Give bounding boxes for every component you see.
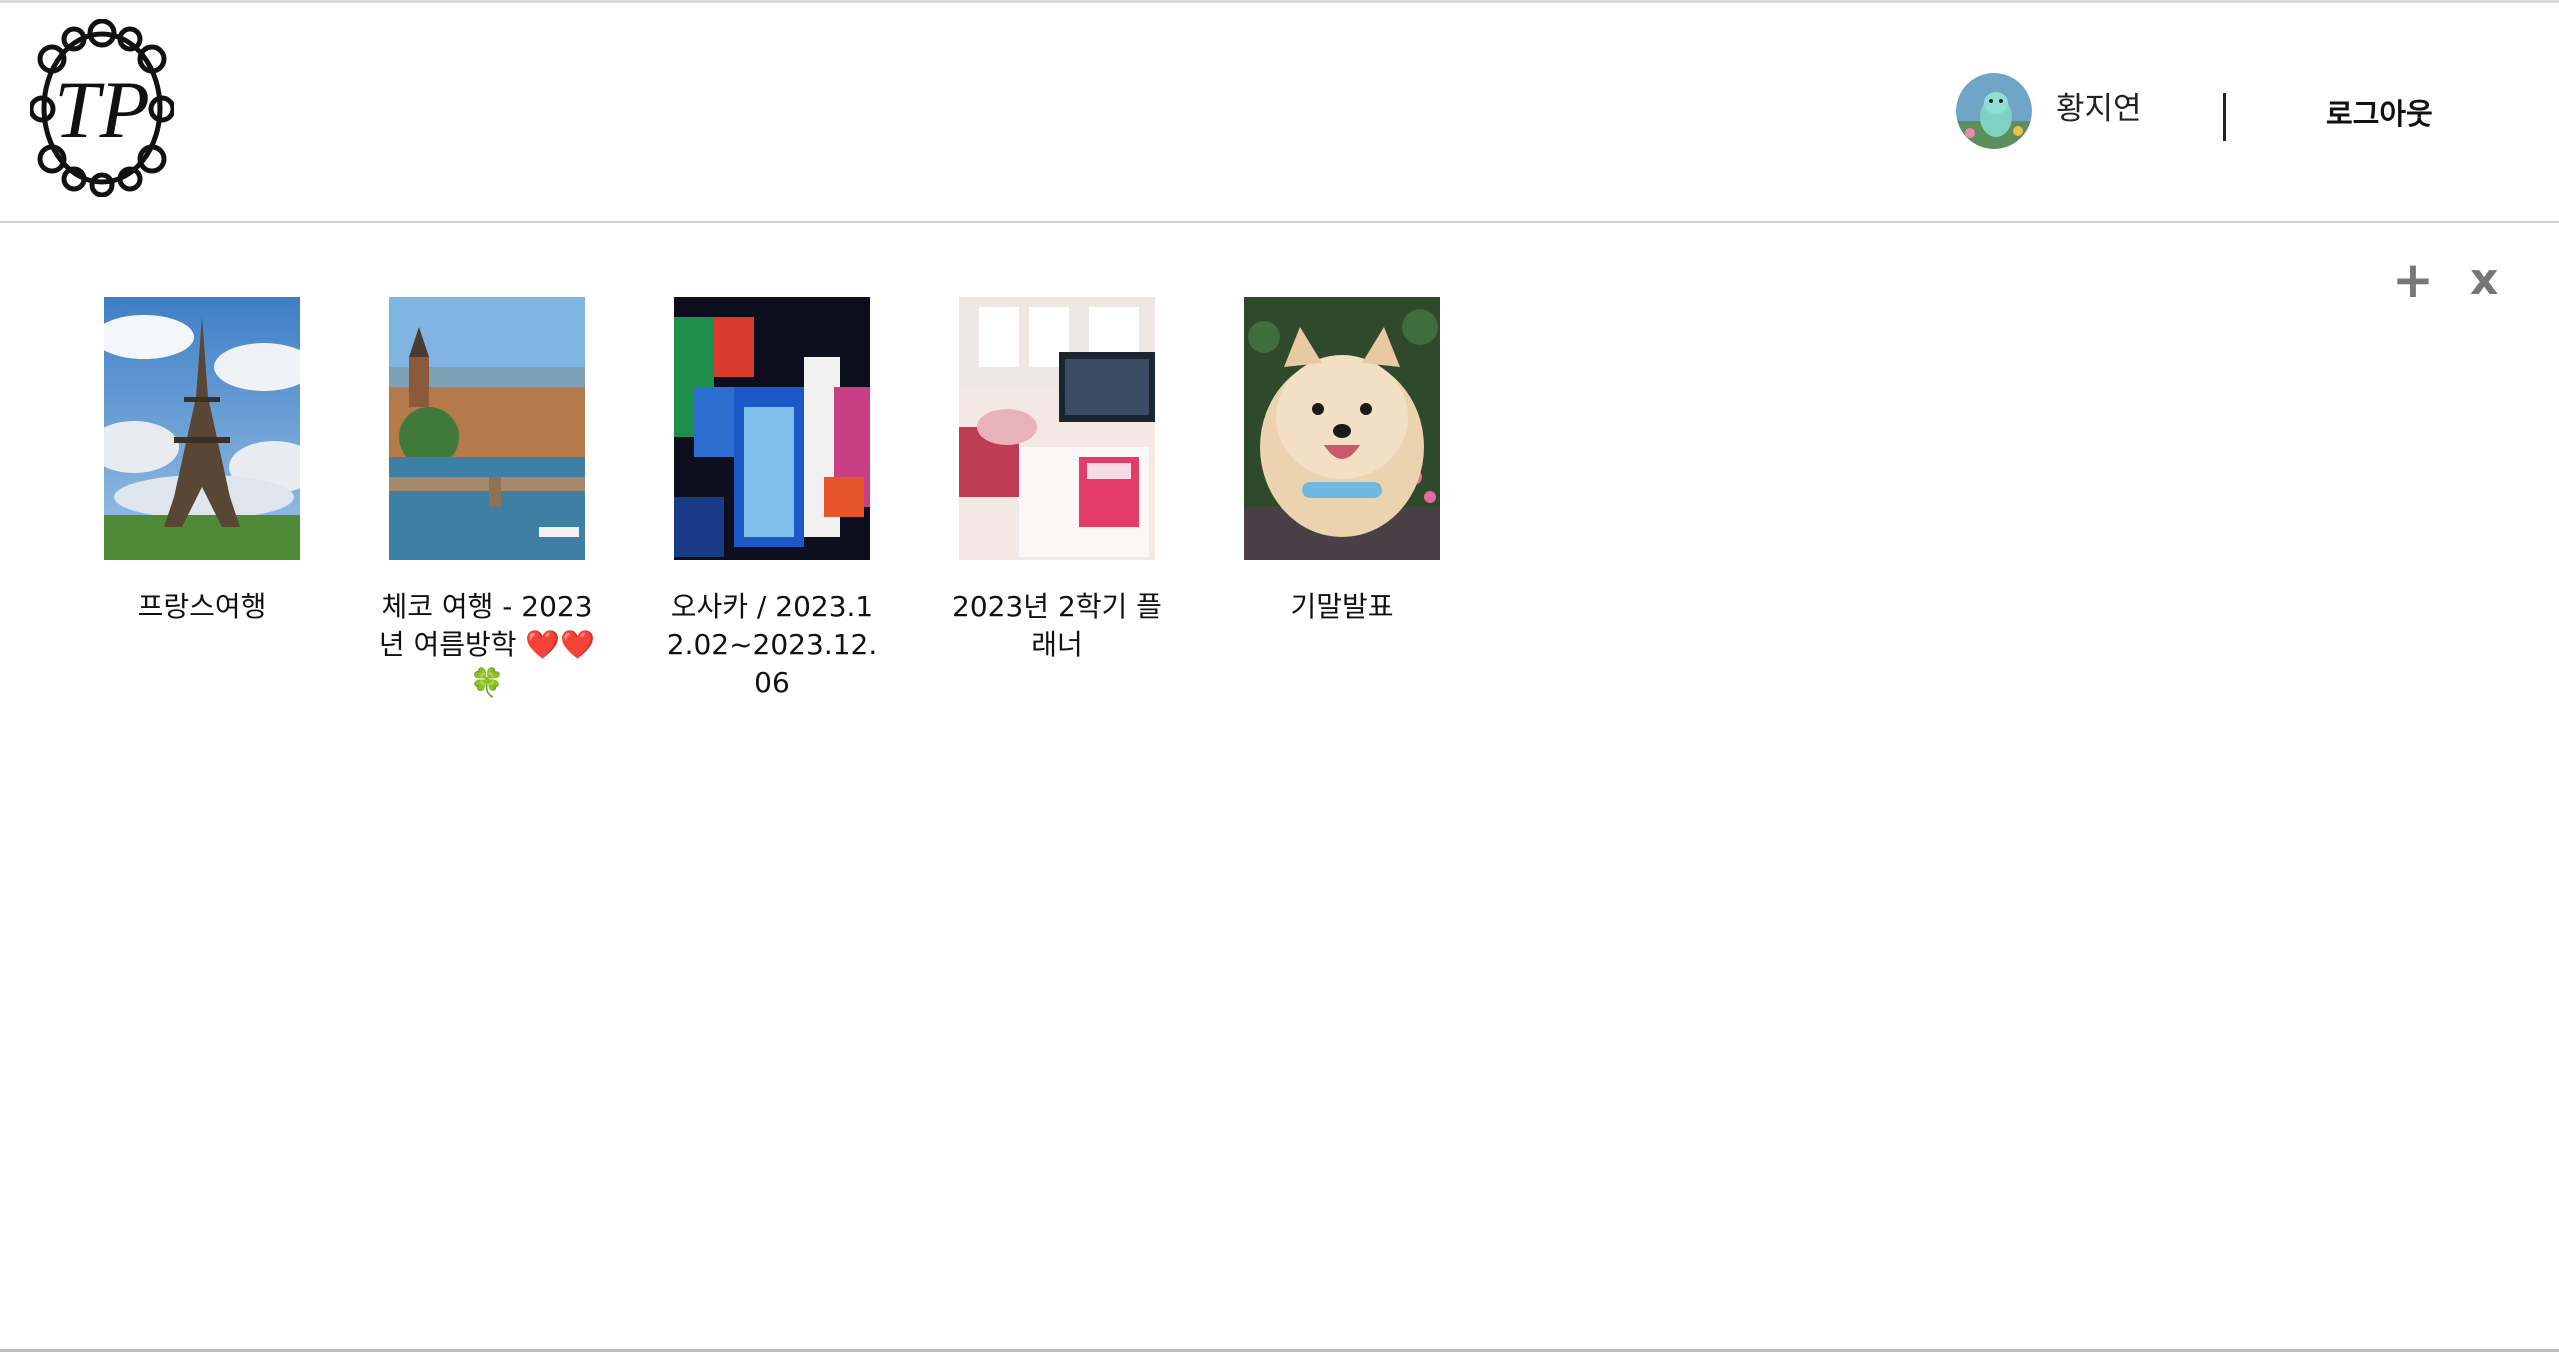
album-card[interactable]: 오사카 / 2023.12.02~2023.12.06 xyxy=(667,297,877,702)
header: TP 황지연 로그아웃 xyxy=(0,3,2559,223)
album-card[interactable]: 프랑스여행 xyxy=(104,297,300,702)
album-title: 체코 여행 - 2023년 여름방학 ❤️❤️🍀 xyxy=(378,590,596,699)
add-album-button[interactable]: + xyxy=(2392,255,2434,305)
album-thumbnail[interactable] xyxy=(104,297,300,560)
album-thumbnail[interactable] xyxy=(1244,297,1440,560)
app-page: TP 황지연 로그아웃 + x 프랑스여행 체코 여행 - 2023년 여름방학… xyxy=(0,0,2559,1352)
avatar xyxy=(1956,73,2032,149)
tp-logo[interactable]: TP xyxy=(30,19,174,197)
album-title: 프랑스여행 xyxy=(137,590,267,623)
logout-button[interactable]: 로그아웃 xyxy=(2326,91,2433,133)
album-card[interactable]: 2023년 2학기 플래너 xyxy=(952,297,1162,702)
album-title: 2023년 2학기 플래너 xyxy=(952,590,1162,661)
logo-text: TP xyxy=(54,64,150,155)
album-thumbnail[interactable] xyxy=(674,297,870,560)
album-thumbnail[interactable] xyxy=(389,297,585,560)
user-name: 황지연 xyxy=(2056,90,2142,127)
close-button[interactable]: x xyxy=(2470,255,2498,305)
album-grid: 프랑스여행 체코 여행 - 2023년 여름방학 ❤️❤️🍀 오사카 / 202… xyxy=(104,297,1529,702)
album-thumbnail[interactable] xyxy=(959,297,1155,560)
album-title: 기말발표 xyxy=(1290,590,1394,623)
album-card[interactable]: 기말발표 xyxy=(1244,297,1440,702)
header-divider xyxy=(2223,93,2226,141)
album-title: 오사카 / 2023.12.02~2023.12.06 xyxy=(666,590,878,699)
user-profile[interactable]: 황지연 xyxy=(1956,71,2142,151)
album-card[interactable]: 체코 여행 - 2023년 여름방학 ❤️❤️🍀 xyxy=(379,297,595,702)
